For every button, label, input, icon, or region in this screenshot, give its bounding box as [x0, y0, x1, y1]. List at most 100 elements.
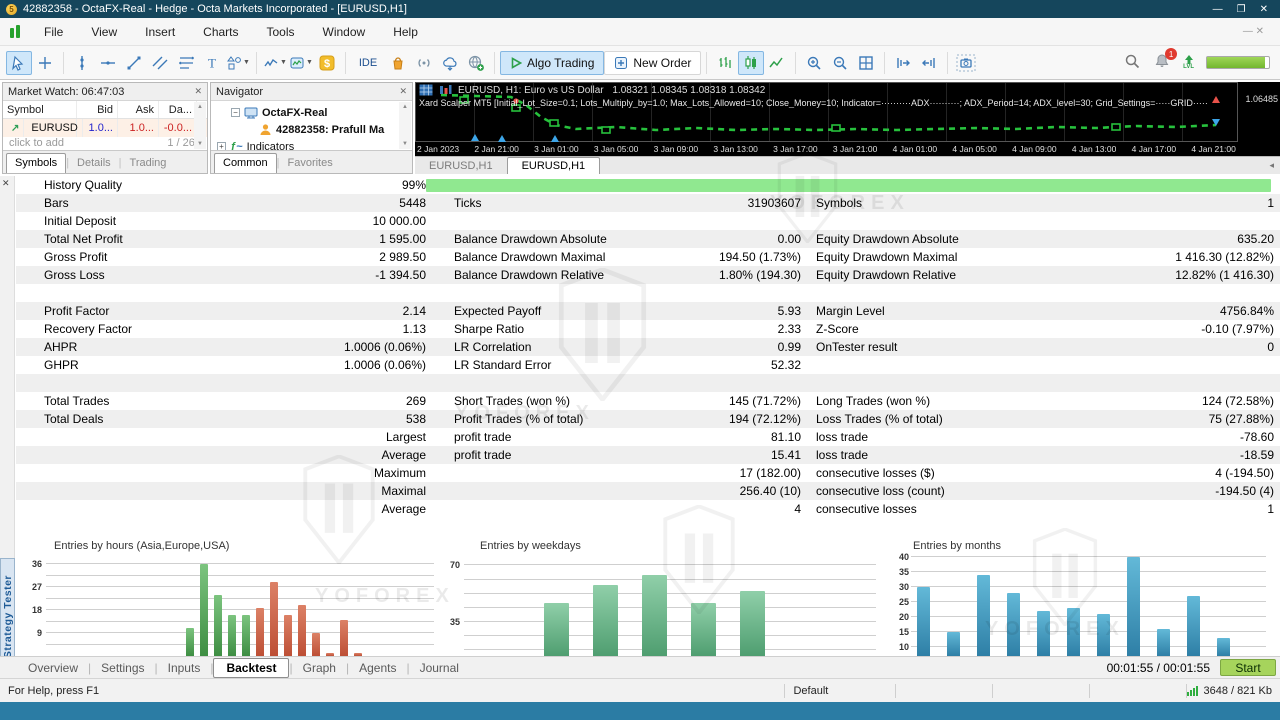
search-icon[interactable] — [1123, 52, 1141, 73]
report-row: Largestprofit trade81.10loss trade-78.60 — [16, 428, 1280, 446]
tree-item-account[interactable]: 42882358: Prafull Ma — [217, 121, 412, 138]
bar — [977, 575, 990, 656]
menu-help[interactable]: Help — [379, 21, 432, 43]
tile-windows-icon[interactable] — [853, 51, 879, 75]
time-label: 4 Jan 01:00 — [893, 144, 937, 154]
ide-button[interactable]: IDE — [351, 51, 385, 75]
new-order-button[interactable]: New Order — [604, 51, 701, 75]
cloud-icon[interactable] — [437, 51, 463, 75]
shapes-tool-icon[interactable]: ▼ — [225, 51, 251, 75]
report-label: LR Standard Error — [454, 358, 674, 372]
mdi-window-controls[interactable]: — ✕ — [1243, 26, 1272, 37]
line-chart-mode-icon[interactable] — [764, 51, 790, 75]
zoom-in-icon[interactable] — [801, 51, 827, 75]
time-scale[interactable]: 2 Jan 20232 Jan 21:003 Jan 01:003 Jan 05… — [415, 142, 1238, 156]
fibo-levels-icon[interactable] — [173, 51, 199, 75]
tab-favorites[interactable]: Favorites — [279, 154, 340, 173]
tab-common[interactable]: Common — [214, 153, 277, 173]
tab-scroll-left-icon[interactable]: ◂ — [1263, 160, 1280, 174]
report-value: 10 000.00 — [244, 214, 426, 228]
horizontal-line-icon[interactable] — [95, 51, 121, 75]
chart-tab-0[interactable]: EURUSD,H1 — [415, 158, 507, 174]
menu-insert[interactable]: Insert — [131, 21, 189, 43]
shift-back-icon[interactable] — [916, 51, 942, 75]
vertical-line-icon[interactable] — [69, 51, 95, 75]
signals-icon[interactable] — [411, 51, 437, 75]
restore-button[interactable]: ❐ — [1237, 4, 1246, 15]
market-watch-scrollbar[interactable]: ▲▼ — [194, 102, 206, 149]
menu-charts[interactable]: Charts — [189, 21, 252, 43]
level-icon[interactable]: LVL — [1183, 55, 1194, 70]
menu-tools[interactable]: Tools — [253, 21, 309, 43]
tab-symbols[interactable]: Symbols — [6, 153, 66, 173]
chart-panel[interactable]: EURUSD, H1: Euro vs US Dollar 1.08321 1.… — [415, 82, 1280, 156]
minimize-button[interactable]: — — [1213, 4, 1223, 15]
price-scale[interactable]: 1.06485 — [1238, 82, 1280, 142]
market-watch-close-icon[interactable]: ✕ — [194, 86, 202, 97]
notifications-bell-icon[interactable]: 1 — [1153, 52, 1171, 73]
start-button[interactable]: Start — [1220, 659, 1276, 676]
collapse-icon[interactable]: − — [231, 108, 240, 117]
report-label: Balance Drawdown Relative — [454, 268, 674, 282]
crosshair-tool-icon[interactable] — [32, 51, 58, 75]
algo-trading-button[interactable]: Algo Trading — [500, 51, 604, 75]
tester-tab-settings[interactable]: Settings — [91, 659, 154, 677]
report-value: 194 (72.12%) — [674, 412, 801, 426]
tester-tab-inputs[interactable]: Inputs — [158, 659, 211, 677]
tab-trading[interactable]: Trading — [122, 154, 175, 173]
backtest-timer: 00:01:55 / 00:01:55 — [1107, 661, 1210, 675]
report-value: Average — [244, 502, 426, 516]
tester-tab-journal[interactable]: Journal — [410, 659, 469, 677]
close-button[interactable]: ✕ — [1260, 4, 1268, 15]
time-label: 2 Jan 2023 — [417, 144, 459, 154]
menu-window[interactable]: Window — [309, 21, 380, 43]
text-tool-icon[interactable]: T — [199, 51, 225, 75]
screenshot-icon[interactable] — [953, 51, 979, 75]
time-label: 4 Jan 13:00 — [1072, 144, 1116, 154]
click-to-add[interactable]: click to add — [9, 137, 64, 150]
tester-tab-overview[interactable]: Overview — [18, 659, 88, 677]
shift-end-icon[interactable] — [890, 51, 916, 75]
bar — [917, 587, 930, 656]
chart-tab-1[interactable]: EURUSD,H1 — [507, 157, 601, 174]
column-header-symbol[interactable]: Symbol — [3, 101, 77, 118]
bar-chart-mode-icon[interactable] — [712, 51, 738, 75]
column-header-da[interactable]: Da... — [159, 101, 197, 118]
channel-icon[interactable] — [147, 51, 173, 75]
bar — [270, 582, 278, 656]
bar — [1067, 608, 1080, 656]
column-header-ask[interactable]: Ask — [118, 101, 159, 118]
gridline — [911, 586, 1266, 587]
symbol-row-eurusd[interactable]: ↗EURUSD 1.0... 1.0... -0.0... — [3, 119, 207, 137]
profile-name[interactable]: Default — [785, 679, 895, 702]
market-watch-tabs: Symbols|Details|Trading — [3, 150, 207, 173]
tab-details[interactable]: Details — [69, 154, 119, 173]
cursor-tool-icon[interactable] — [6, 51, 32, 75]
chart-objects-icon[interactable]: ▼ — [262, 51, 288, 75]
trendline-icon[interactable] — [121, 51, 147, 75]
navigator-close-icon[interactable]: ✕ — [399, 86, 407, 97]
report-value: 2.33 — [674, 322, 801, 336]
market-watch-panel: Market Watch: 06:47:03 ✕ SymbolBidAskDa.… — [2, 82, 208, 174]
menu-view[interactable]: View — [77, 21, 131, 43]
tester-tab-backtest[interactable]: Backtest — [213, 658, 289, 678]
tester-close-icon[interactable]: ✕ — [2, 178, 10, 189]
column-header-bid[interactable]: Bid — [77, 101, 118, 118]
candlestick-mode-icon[interactable] — [738, 51, 764, 75]
community-icon[interactable] — [463, 51, 489, 75]
zoom-out-icon[interactable] — [827, 51, 853, 75]
gridline — [911, 616, 1266, 617]
navigator-scrollbar[interactable]: ▲▼ — [399, 102, 411, 149]
market-watch-columns[interactable]: SymbolBidAskDa... — [3, 101, 207, 119]
currency-icon[interactable]: $ — [314, 51, 340, 75]
report-row: Averageprofit trade15.41loss trade-18.59 — [16, 446, 1280, 464]
tester-tab-agents[interactable]: Agents — [349, 659, 406, 677]
tester-tab-graph[interactable]: Graph — [293, 659, 346, 677]
indicators-icon[interactable]: ▼ — [288, 51, 314, 75]
bar — [228, 615, 236, 656]
menu-file[interactable]: File — [30, 21, 77, 43]
chart-tabs-bar: EURUSD,H1EURUSD,H1 ◂ — [415, 156, 1280, 174]
market-bag-icon[interactable] — [385, 51, 411, 75]
report-label: Margin Level — [816, 304, 1051, 318]
tree-item-account-server[interactable]: − OctaFX-Real — [217, 104, 412, 121]
